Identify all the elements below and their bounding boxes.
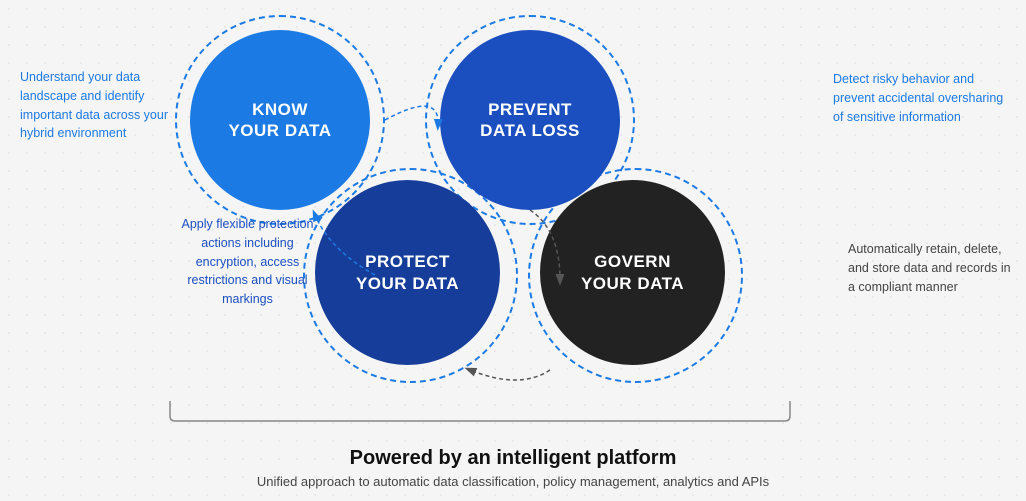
page-container: Understand your data landscape and ident…: [0, 0, 1026, 501]
protect-line2: YOUR DATA: [356, 273, 459, 294]
bottom-section: Powered by an intelligent platform Unifi…: [0, 376, 1026, 501]
know-circle: KNOW YOUR DATA: [190, 30, 370, 210]
bottom-subtitle: Unified approach to automatic data class…: [257, 474, 769, 489]
bottom-title: Powered by an intelligent platform: [350, 447, 677, 470]
label-prevent-description: Detect risky behavior and prevent accide…: [833, 70, 1008, 126]
label-govern-description: Automatically retain, delete, and store …: [848, 240, 1018, 296]
prevent-line1: PREVENT: [488, 99, 572, 120]
protect-circle: PROTECT YOUR DATA: [315, 180, 500, 365]
label-protect-description: Apply flexible protection actions includ…: [170, 215, 325, 309]
protect-line1: PROTECT: [365, 251, 450, 272]
prevent-line2: DATA LOSS: [480, 120, 580, 141]
govern-line2: YOUR DATA: [581, 273, 684, 294]
know-line1: KNOW: [252, 99, 308, 120]
know-line2: YOUR DATA: [228, 120, 331, 141]
govern-circle: GOVERN YOUR DATA: [540, 180, 725, 365]
prevent-circle: PREVENT DATA LOSS: [440, 30, 620, 210]
govern-line1: GOVERN: [594, 251, 671, 272]
